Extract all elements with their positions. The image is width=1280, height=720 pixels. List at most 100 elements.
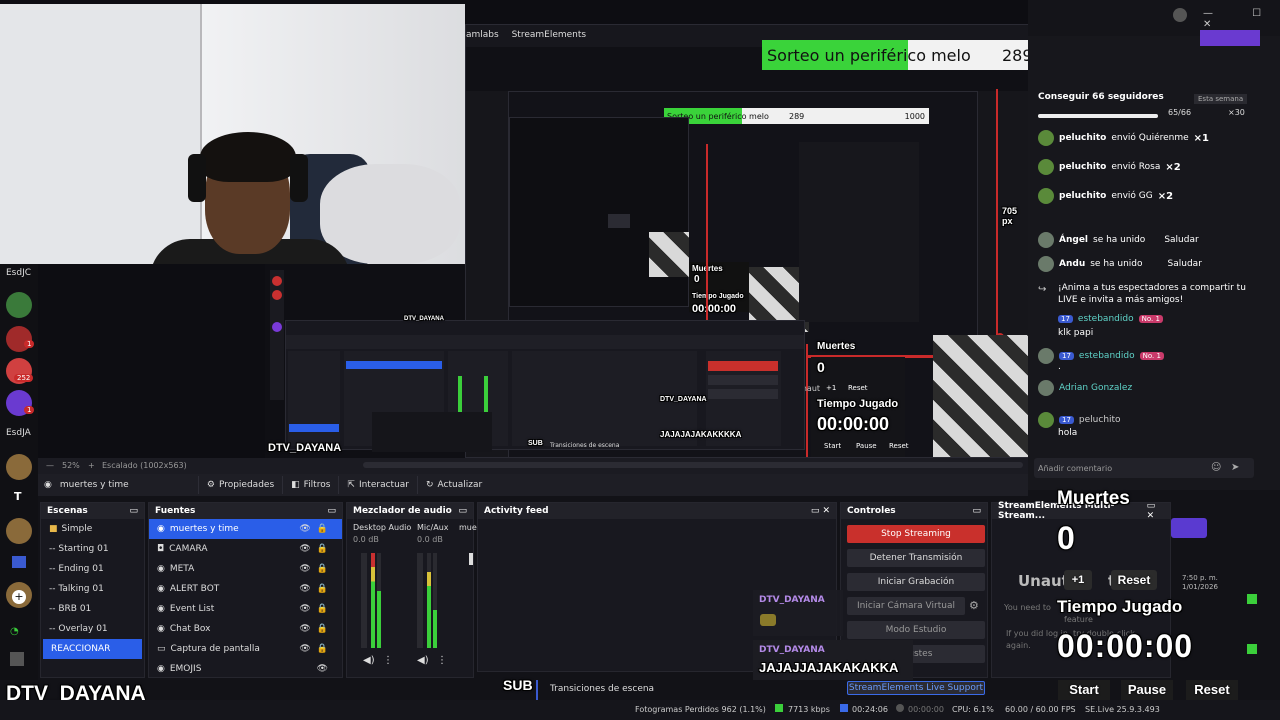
source-item[interactable]: ◉ ALERT BOT 👁🔒 bbox=[149, 579, 342, 599]
source-item[interactable]: ◉ META 👁🔒 bbox=[149, 559, 342, 579]
source-item[interactable]: ◘ CAMARA 👁🔒 bbox=[149, 539, 342, 559]
help-icon[interactable] bbox=[1173, 8, 1187, 22]
emoji-icon[interactable]: ☺ bbox=[1211, 462, 1221, 473]
scene-item-selected[interactable]: REACCIONAR bbox=[43, 639, 142, 659]
join-text: se ha unido bbox=[1093, 235, 1146, 245]
minus-icon[interactable]: — bbox=[46, 461, 54, 470]
stop-streaming-button[interactable]: Stop Streaming bbox=[847, 525, 985, 543]
join-row: Ángel se ha unido Saludar bbox=[1038, 232, 1199, 248]
se-unaut: Unaut bbox=[1018, 572, 1069, 590]
scene-item[interactable]: -- Ending 01 bbox=[41, 559, 144, 579]
kebab-icon[interactable]: ⋮ bbox=[383, 655, 393, 666]
controls-title: Controles bbox=[847, 506, 896, 516]
visibility-lock-icons[interactable]: 👁 bbox=[317, 664, 334, 674]
screen-icon: ▭ bbox=[157, 644, 166, 654]
app-icon[interactable] bbox=[6, 292, 32, 318]
level-meter bbox=[433, 553, 437, 648]
properties-button[interactable]: ⚙ Propiedades bbox=[197, 476, 282, 494]
scene-item[interactable]: -- Talking 01 bbox=[41, 579, 144, 599]
volume-slider[interactable] bbox=[417, 553, 423, 648]
tiempo-title: Tiempo Jugado bbox=[1057, 597, 1183, 616]
goal-title: Sorteo un periférico melo bbox=[767, 45, 971, 65]
app-icon[interactable] bbox=[6, 326, 32, 352]
stop-transmission-button[interactable]: Detener Transmisión bbox=[847, 549, 985, 567]
speaker-icon[interactable]: ◀) bbox=[363, 655, 375, 666]
gift-row: peluchito envió GG ×2 bbox=[1038, 188, 1173, 204]
app-icon[interactable] bbox=[10, 652, 24, 666]
app-icon[interactable] bbox=[6, 518, 32, 544]
plus-icon[interactable]: + bbox=[88, 461, 95, 470]
pause-button[interactable]: Pause bbox=[1121, 680, 1173, 700]
dock-float-icon[interactable]: ▭ bbox=[129, 506, 138, 516]
volume-slider[interactable] bbox=[361, 553, 367, 648]
plus-one-button[interactable]: +1 bbox=[1064, 570, 1092, 590]
signal-icon: ◔ bbox=[10, 626, 19, 637]
virtual-camera-button[interactable]: Iniciar Cámara Virtual bbox=[847, 597, 965, 615]
scale-label[interactable]: Escalado (1002x563) bbox=[102, 461, 187, 470]
dock-float-icon[interactable]: ▭ ✕ bbox=[1147, 501, 1164, 521]
scene-item[interactable]: ■ Simple bbox=[41, 519, 144, 539]
visibility-lock-icons[interactable]: 👁🔒 bbox=[299, 624, 334, 634]
source-item[interactable]: ◉ muertes y time 👁🔒 bbox=[149, 519, 342, 539]
nested-plus[interactable]: +1 bbox=[826, 384, 836, 392]
dock-float-icon[interactable]: ▭ bbox=[458, 506, 467, 516]
folder-icon[interactable] bbox=[12, 556, 26, 568]
volume-slider[interactable] bbox=[469, 553, 473, 565]
add-icon[interactable]: + bbox=[12, 590, 26, 604]
source-item[interactable]: ◉ EMOJIS 👁 bbox=[149, 659, 342, 679]
scene-item[interactable]: -- Starting 01 bbox=[41, 539, 144, 559]
chat-panel: — ☐ ✕ Conseguir 66 seguidores Esta seman… bbox=[1028, 0, 1280, 490]
nested-pause[interactable]: Pause bbox=[856, 442, 877, 450]
msg-text: klk papi bbox=[1058, 328, 1094, 338]
msg-user: Adrian Gonzalez bbox=[1059, 383, 1133, 393]
reset-button[interactable]: Reset bbox=[1186, 680, 1238, 700]
visibility-lock-icons[interactable]: 👁🔒 bbox=[299, 544, 334, 554]
menu-streamelements[interactable]: StreamElements bbox=[512, 30, 587, 40]
muertes-reset-button[interactable]: Reset bbox=[1111, 570, 1157, 590]
refresh-button[interactable]: ↻ Actualizar bbox=[417, 476, 490, 494]
visibility-lock-icons[interactable]: 👁🔒 bbox=[299, 584, 334, 594]
visibility-lock-icons[interactable]: 👁🔒 bbox=[299, 524, 334, 534]
activity-title: Activity feed bbox=[484, 506, 549, 516]
scene-label: -- Ending 01 bbox=[49, 564, 104, 574]
visibility-lock-icons[interactable]: 👁🔒 bbox=[299, 564, 334, 574]
app-icon[interactable] bbox=[6, 454, 32, 480]
visibility-lock-icons[interactable]: 👁🔒 bbox=[299, 644, 334, 654]
nested-goal-current: 289 bbox=[789, 111, 805, 121]
start-recording-button[interactable]: Iniciar Grabación bbox=[847, 573, 985, 591]
chat-goal-period: Esta semana bbox=[1194, 94, 1248, 104]
chat-goal-progress: 65/66 bbox=[1168, 108, 1192, 117]
start-button[interactable]: Start bbox=[1058, 680, 1110, 700]
scene-item[interactable]: -- Overlay 01 bbox=[41, 619, 144, 639]
level-meter bbox=[371, 553, 375, 648]
saludar-button[interactable]: Saludar bbox=[1164, 235, 1198, 245]
speaker-icon[interactable]: ◀) bbox=[417, 655, 429, 666]
scene-item[interactable]: -- BRB 01 bbox=[41, 599, 144, 619]
filters-button[interactable]: ◧ Filtros bbox=[282, 476, 338, 494]
nested-start[interactable]: Start bbox=[824, 442, 841, 450]
send-icon[interactable]: ➤ bbox=[1231, 462, 1239, 473]
se-support-button[interactable]: StreamElements Live Support bbox=[847, 681, 985, 695]
source-item[interactable]: ◉ Event List 👁🔒 bbox=[149, 599, 342, 619]
dock-float-icon[interactable]: ▭ ✕ bbox=[811, 506, 830, 516]
preview-canvas[interactable]: amlabs StreamElements Sorteo un periféri… bbox=[0, 0, 1030, 458]
virtual-camera-settings-icon[interactable]: ⚙ bbox=[969, 599, 979, 612]
interact-button[interactable]: ⇱ Interactuar bbox=[338, 476, 417, 494]
visibility-lock-icons[interactable]: 👁🔒 bbox=[299, 604, 334, 614]
zoom-level[interactable]: 52% bbox=[62, 461, 80, 470]
kebab-icon[interactable]: ⋮ bbox=[437, 655, 447, 666]
tiktok-icon[interactable]: T bbox=[14, 490, 22, 503]
gift-user: peluchito bbox=[1059, 162, 1107, 172]
nested-reset-a[interactable]: Reset bbox=[848, 384, 868, 392]
studio-mode-button[interactable]: Modo Estudio bbox=[847, 621, 985, 639]
dock-float-icon[interactable]: ▭ bbox=[327, 506, 336, 516]
chat-window-controls[interactable]: — ☐ ✕ bbox=[1203, 8, 1280, 30]
saludar-button[interactable]: Saludar bbox=[1168, 259, 1202, 269]
se-need: You need to bbox=[1004, 603, 1051, 612]
nested-reset[interactable]: Reset bbox=[889, 442, 909, 450]
menu-amlabs[interactable]: amlabs bbox=[466, 30, 499, 40]
source-item[interactable]: ◉ Chat Box 👁🔒 bbox=[149, 619, 342, 639]
preview-scrollbar[interactable] bbox=[363, 462, 1023, 468]
source-item[interactable]: ▭ Captura de pantalla 👁🔒 bbox=[149, 639, 342, 659]
dock-float-icon[interactable]: ▭ bbox=[972, 506, 981, 516]
